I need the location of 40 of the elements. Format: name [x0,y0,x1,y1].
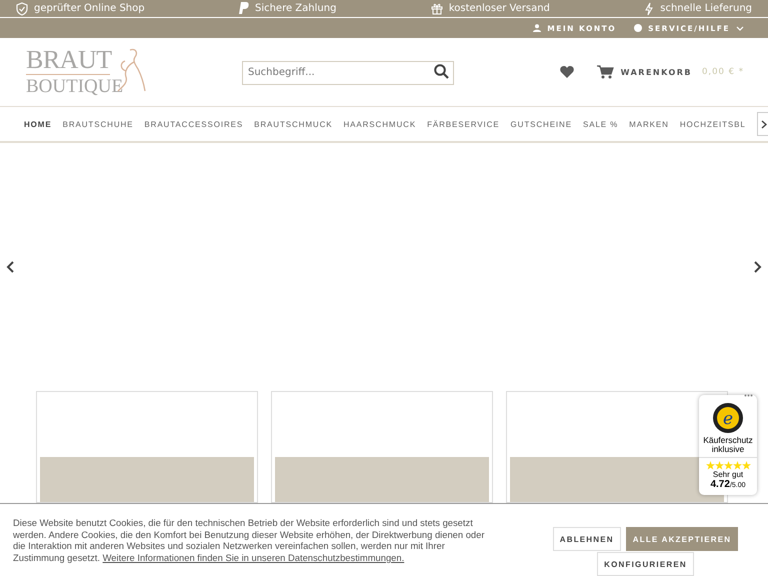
cart-icon [596,65,614,79]
rating-text: Sehr gut [712,470,744,479]
badge-title: Käuferschutz inklusive [699,436,757,458]
filled-star-icon [732,460,742,470]
nav-item[interactable]: SALE % [582,120,618,128]
nav-item[interactable]: HOME [24,120,52,128]
chevron-right-icon[interactable] [754,261,762,273]
nav-item[interactable]: GUTSCHEINE [510,120,572,128]
nav-item[interactable]: HOCHZEITSBL [680,120,746,128]
nav-item[interactable]: BRAUTACCESSOIRES [144,120,244,128]
cookie-button[interactable]: KONFIGURIEREN [597,552,694,576]
nav-item[interactable]: HAARSCHMUCK [343,120,416,128]
cart-amount: 0,00 € * [702,67,744,77]
nav-item[interactable]: BRAUTSCHMUCK [254,120,332,128]
next-button[interactable] [756,112,768,136]
cookie-button[interactable]: ALLE AKZEPTIEREN [626,527,738,551]
chevron-left-icon[interactable] [6,261,14,273]
cookie-notice: Diese Website benutzt Cookies, die für den technischen Betrieb der Website erforderlich sind und stets gesetzt werden. Andere Cookies, die den Komfort bei Benutzung dieser Website erhöhen, der Direktwerbung dienen oder die Interaktion mit anderen Websites und sozialen Netzwerken vereinfachen sollen, werden nur mit Ihrer Zustimmung gesetzt. Weitere Informationen finden Sie in unseren Datenschutzbestimmungen. [13,517,486,566]
filled-star-icon [742,460,750,470]
usp-text: geprüfter Online Shop [34,3,145,14]
nav-item[interactable]: BRAUTSCHUHE [62,120,134,128]
chevron-right-icon [760,120,767,128]
caret-icon [736,26,744,30]
more-icon[interactable] [744,394,753,397]
search-icon [434,64,449,79]
privacy-link[interactable]: Weitere Informationen finden Sie in unseren Datenschutzbestimmungen. [102,552,404,564]
usp-text: kostenloser Versand [448,3,550,14]
cookie-button[interactable]: ABLEHNEN [552,527,621,551]
search-field[interactable]: Suchbegriff... [242,60,454,84]
heart-icon[interactable] [560,66,574,78]
nav-item[interactable]: FÄRBESERVICE [427,120,500,128]
user-icon [533,24,542,32]
filled-star-icon [714,460,724,470]
usp-text: Sichere Zahlung [254,3,336,14]
filled-star-icon [724,460,732,470]
usp-text: schnelle Lieferung [660,3,752,14]
cart-button[interactable]: WARENKORB [596,65,692,79]
seal-icon: e [712,402,744,434]
filled-star-icon [706,460,714,470]
nav-item[interactable]: MARKEN [629,120,669,128]
